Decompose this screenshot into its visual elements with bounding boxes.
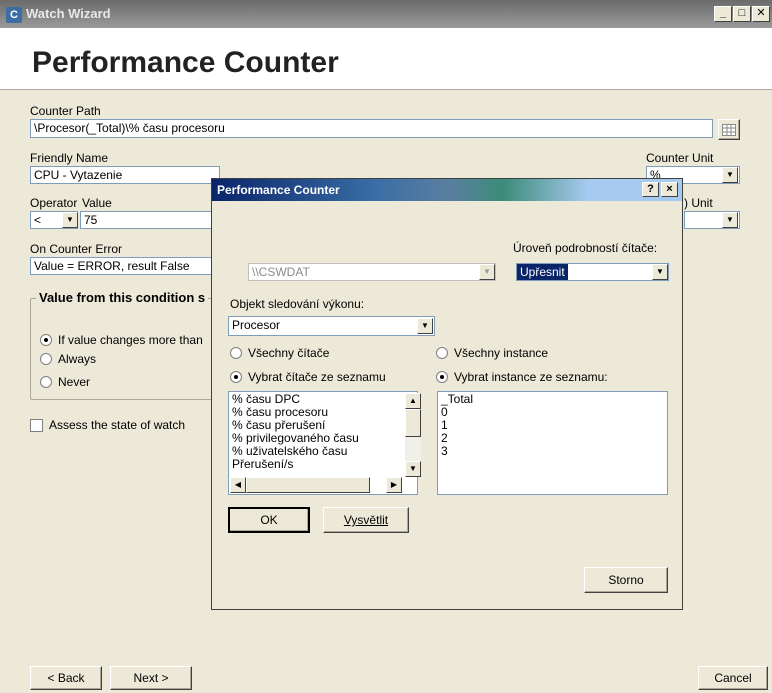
counter-browse-button[interactable]: [718, 119, 740, 140]
dialog-title: Performance Counter: [217, 183, 340, 197]
radio-always[interactable]: Always: [40, 352, 96, 366]
unit2-label: ) Unit: [684, 196, 713, 210]
radio-label: If value changes more than: [58, 333, 203, 347]
dialog-close-button[interactable]: ×: [661, 182, 678, 197]
object-value: Procesor: [232, 318, 281, 332]
radio-label: Always: [58, 352, 97, 366]
radio-if-changes[interactable]: If value changes more than: [40, 333, 203, 347]
select-instances-radio[interactable]: Vybrat instance ze seznamu:: [436, 370, 608, 384]
chevron-down-icon[interactable]: ▼: [62, 212, 78, 228]
chevron-down-icon: ▼: [479, 264, 495, 280]
all-instances-radio[interactable]: Všechny instance: [436, 346, 548, 360]
close-button[interactable]: ✕: [752, 6, 770, 22]
scroll-right-icon[interactable]: ▶: [386, 477, 402, 493]
friendly-name-label: Friendly Name: [30, 151, 109, 165]
window-titlebar[interactable]: C Watch Wizard _ □ ✕: [0, 0, 772, 28]
minimize-button[interactable]: _: [714, 6, 732, 22]
page-title: Performance Counter: [32, 46, 339, 79]
radio-label: Vybrat instance ze seznamu:: [454, 370, 608, 384]
radio-label: Vybrat čítače ze seznamu: [248, 370, 386, 384]
instance-list-item[interactable]: 1: [438, 419, 667, 432]
all-counters-radio[interactable]: Všechny čítače: [230, 346, 329, 360]
value-label: Value: [82, 196, 112, 210]
chevron-down-icon[interactable]: ▼: [417, 318, 433, 334]
radio-label: Never: [58, 375, 91, 389]
instance-list-item[interactable]: 2: [438, 432, 667, 445]
scroll-up-icon[interactable]: ▲: [405, 393, 421, 409]
scroll-left-icon[interactable]: ◀: [230, 477, 246, 493]
chevron-down-icon[interactable]: ▼: [652, 264, 668, 280]
app-icon: C: [6, 7, 22, 23]
window-title: Watch Wizard: [26, 6, 111, 21]
ok-button[interactable]: OK: [228, 507, 310, 533]
computer-value: \\CSWDAT: [252, 265, 310, 279]
instance-list-item[interactable]: _Total: [438, 393, 667, 406]
counter-path-label: Counter Path: [30, 104, 101, 118]
radio-button[interactable]: [436, 347, 448, 359]
operator-value: <: [34, 213, 42, 227]
operator-label: Operator: [30, 196, 78, 210]
object-combo[interactable]: Procesor: [228, 316, 435, 336]
counter-unit-label: Counter Unit: [646, 151, 714, 165]
assess-checkbox[interactable]: [30, 418, 43, 432]
explain-button[interactable]: Vysvětlit: [323, 507, 409, 533]
on-error-input[interactable]: Value = ERROR, result False: [30, 257, 220, 275]
instances-list[interactable]: _Total 0 1 2 3: [437, 391, 668, 495]
counter-path-input[interactable]: \Procesor(_Total)\% času procesoru: [30, 119, 713, 138]
assess-label: Assess the state of watch: [49, 418, 186, 432]
storno-button[interactable]: Storno: [584, 567, 668, 593]
explain-label: Vysvětlit: [343, 513, 389, 527]
radio-button[interactable]: [230, 347, 242, 359]
radio-button[interactable]: [436, 371, 448, 383]
grid-icon: [722, 123, 736, 136]
chevron-down-icon[interactable]: ▼: [722, 167, 738, 183]
counter-list-item[interactable]: Přerušení/s: [229, 458, 401, 471]
header-panel: Performance Counter: [0, 28, 772, 90]
instance-list-item[interactable]: 0: [438, 406, 667, 419]
vertical-scrollbar-thumb[interactable]: [405, 409, 421, 437]
value-input[interactable]: 75: [80, 211, 220, 229]
radio-button[interactable]: [40, 376, 52, 388]
detail-level-combo[interactable]: Upřesnit: [516, 263, 669, 281]
dialog-titlebar[interactable]: Performance Counter ? ×: [212, 179, 682, 201]
horizontal-scrollbar-thumb[interactable]: [246, 477, 370, 493]
select-counters-radio[interactable]: Vybrat čítače ze seznamu: [230, 370, 386, 384]
next-button[interactable]: Next >: [110, 666, 192, 690]
chevron-down-icon[interactable]: ▼: [722, 212, 738, 228]
radio-button[interactable]: [40, 353, 52, 365]
scroll-down-icon[interactable]: ▼: [405, 461, 421, 477]
detail-level-label: Úroveň podrobností čítače:: [513, 241, 658, 255]
radio-label: Všechny čítače: [248, 346, 330, 360]
assess-checkbox-row[interactable]: Assess the state of watch: [30, 418, 185, 432]
detail-level-value: Upřesnit: [517, 264, 568, 280]
on-error-label: On Counter Error: [30, 242, 123, 256]
radio-never[interactable]: Never: [40, 375, 90, 389]
computer-combo: \\CSWDAT: [248, 263, 496, 281]
instance-list-item[interactable]: 3: [438, 445, 667, 458]
radio-button[interactable]: [40, 334, 52, 346]
condition-group-title: Value from this condition s: [36, 290, 209, 305]
cancel-button[interactable]: Cancel: [698, 666, 768, 690]
counter-dialog: Performance Counter ? × \\CSWDAT ▼ Úrove…: [211, 178, 683, 610]
radio-label: Všechny instance: [454, 346, 549, 360]
back-button[interactable]: < Back: [30, 666, 102, 690]
maximize-button[interactable]: □: [733, 6, 751, 22]
friendly-name-input[interactable]: CPU - Vytazenie: [30, 166, 220, 184]
radio-button[interactable]: [230, 371, 242, 383]
object-label: Objekt sledování výkonu:: [230, 297, 365, 311]
help-button[interactable]: ?: [642, 182, 659, 197]
